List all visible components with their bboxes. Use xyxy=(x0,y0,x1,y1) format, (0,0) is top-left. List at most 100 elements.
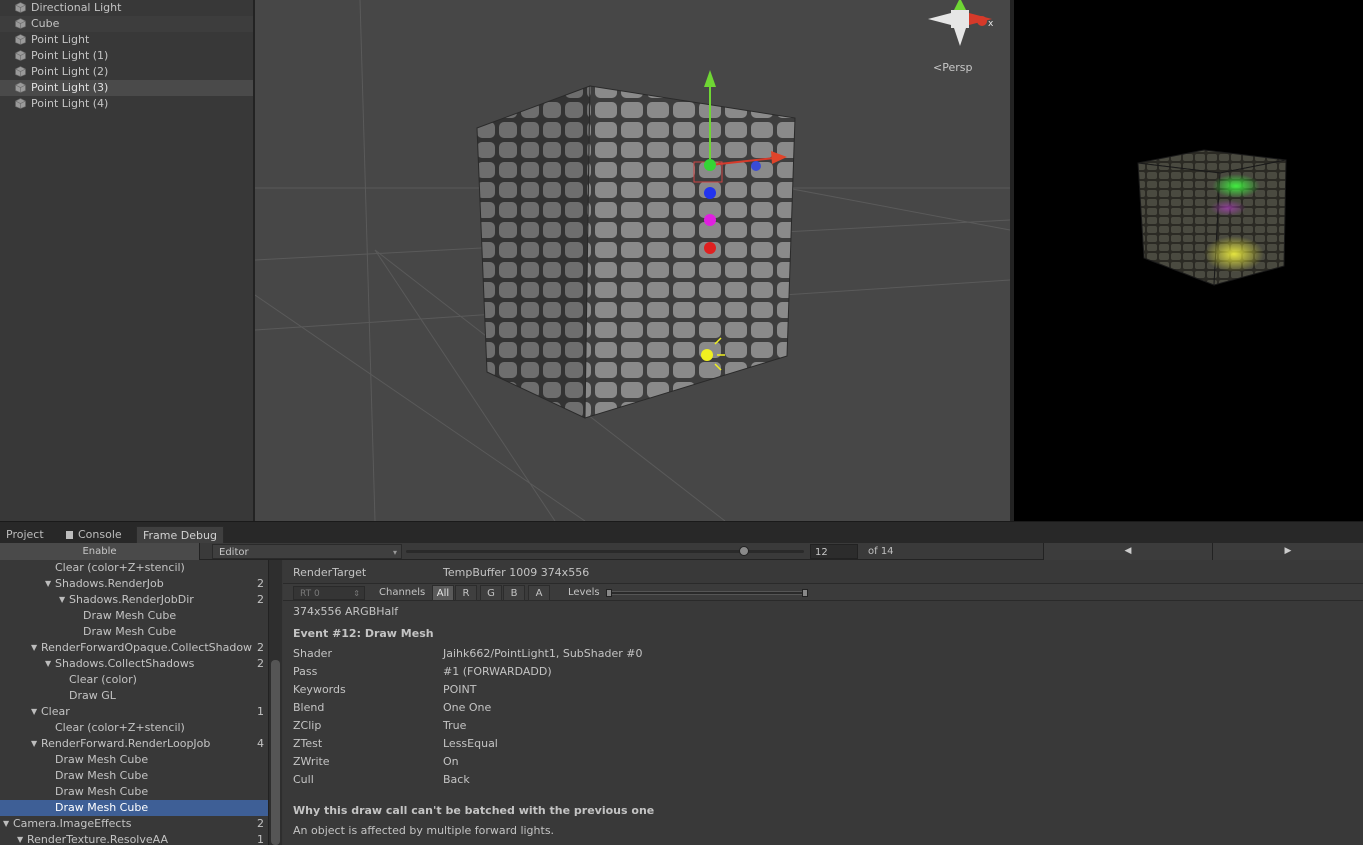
event-details-panel: RenderTarget TempBuffer 1009 374x556 RT … xyxy=(283,560,1363,845)
channel-b-button[interactable]: B xyxy=(503,585,525,601)
gameobject-icon xyxy=(15,18,26,29)
levels-label: Levels xyxy=(568,587,600,598)
gameobject-icon xyxy=(15,34,26,45)
event-tree-label: Camera.ImageEffects xyxy=(13,817,132,830)
tab-project[interactable]: Project xyxy=(0,526,50,544)
event-tree-row[interactable]: ▼ Shadows.RenderJob 2 xyxy=(0,576,268,592)
expanded-triangle-icon[interactable]: ▼ xyxy=(59,592,65,608)
event-tree-label: Clear (color+Z+stencil) xyxy=(55,721,185,734)
triangle-left-icon: ◀ xyxy=(1124,546,1132,556)
hierarchy-item-label: Cube xyxy=(31,17,60,30)
event-count: 2 xyxy=(257,641,264,654)
previous-event-button[interactable]: ◀ xyxy=(1043,543,1213,560)
event-tree-label: Draw Mesh Cube xyxy=(83,609,177,622)
event-tree-scrollbar[interactable] xyxy=(268,560,282,845)
expanded-triangle-icon[interactable]: ▼ xyxy=(31,736,37,752)
event-tree-row[interactable]: Draw GL xyxy=(0,688,268,704)
event-tree-label: Draw Mesh Cube xyxy=(83,625,177,638)
scene-canvas[interactable]: x xyxy=(255,0,1010,521)
scrollbar-thumb[interactable] xyxy=(271,660,280,845)
event-tree-row[interactable]: Draw Mesh Cube xyxy=(0,608,268,624)
event-tree-row[interactable]: ▼ RenderForward.RenderLoopJob 4 xyxy=(0,736,268,752)
event-slider-thumb[interactable] xyxy=(739,546,750,556)
event-tree-label: Clear (color) xyxy=(69,673,137,686)
event-tree-row[interactable]: Draw Mesh Cube xyxy=(0,624,268,640)
rt-select-value: RT 0 xyxy=(300,589,320,599)
render-target-format: 374x556 ARGBHalf xyxy=(293,605,399,618)
hierarchy-item-directional-light[interactable]: Directional Light xyxy=(0,0,253,16)
channel-all-button[interactable]: All xyxy=(432,585,454,601)
expanded-triangle-icon[interactable]: ▼ xyxy=(45,656,51,672)
hierarchy-item-point-light-4[interactable]: Point Light (4) xyxy=(0,96,253,112)
event-tree-label: Shadows.RenderJob xyxy=(55,577,164,590)
tab-label: Frame Debug xyxy=(143,529,217,542)
projection-toggle[interactable]: <Persp xyxy=(933,61,972,74)
hierarchy-item-label: Point Light xyxy=(31,33,90,46)
channel-r-button[interactable]: R xyxy=(455,585,477,601)
triangle-right-icon: ▶ xyxy=(1284,546,1292,556)
rt-select[interactable]: RT 0 ⇕ xyxy=(293,586,365,600)
event-tree-row[interactable]: ▼ Shadows.CollectShadows 2 xyxy=(0,656,268,672)
enable-button[interactable]: Enable xyxy=(0,543,200,560)
hierarchy-item-label: Point Light (2) xyxy=(31,65,109,78)
event-tree-row[interactable]: Draw Mesh Cube xyxy=(0,784,268,800)
levels-max-handle[interactable] xyxy=(802,589,808,597)
prop-value: On xyxy=(443,755,459,768)
hierarchy-item-point-light-2[interactable]: Point Light (2) xyxy=(0,64,253,80)
event-index-input[interactable]: 12 xyxy=(810,544,858,559)
orientation-gizmo[interactable]: x xyxy=(928,0,994,46)
hierarchy-item-cube[interactable]: Cube xyxy=(0,16,253,32)
event-tree-row[interactable]: ▼ RenderTexture.ResolveAA 1 xyxy=(0,832,268,845)
event-count: 2 xyxy=(257,817,264,830)
event-count: 1 xyxy=(257,705,264,718)
cube-object[interactable] xyxy=(476,85,796,419)
event-tree-row[interactable]: ▼ Camera.ImageEffects 2 xyxy=(0,816,268,832)
expanded-triangle-icon[interactable]: ▼ xyxy=(17,832,23,845)
gameobject-icon xyxy=(15,66,26,77)
expanded-triangle-icon[interactable]: ▼ xyxy=(31,704,37,720)
event-tree-label: RenderTexture.ResolveAA xyxy=(27,833,168,845)
gameobject-icon xyxy=(15,98,26,109)
event-tree-row[interactable]: ▼ Shadows.RenderJobDir 2 xyxy=(0,592,268,608)
tab-console[interactable]: Console xyxy=(60,526,128,544)
event-title: Event #12: Draw Mesh xyxy=(293,627,434,640)
tab-frame-debug[interactable]: Frame Debug xyxy=(136,526,224,544)
event-tree-row[interactable]: Draw Mesh Cube xyxy=(0,752,268,768)
event-tree-row[interactable]: ▼ RenderForwardOpaque.CollectShadows 2 xyxy=(0,640,268,656)
event-tree-label: Clear xyxy=(41,705,70,718)
channels-row: RT 0 ⇕ Channels All R G B A Levels xyxy=(283,583,1363,601)
svg-text:x: x xyxy=(988,19,994,29)
event-tree: Clear (color+Z+stencil) ▼ Shadows.RenderJo… xyxy=(0,560,268,845)
event-tree-row[interactable]: ▼ Clear 1 xyxy=(0,704,268,720)
prop-label: Shader xyxy=(293,647,332,660)
next-event-button[interactable]: ▶ xyxy=(1213,543,1363,560)
levels-min-handle[interactable] xyxy=(606,589,612,597)
prop-label: Cull xyxy=(293,773,314,786)
channel-a-button[interactable]: A xyxy=(528,585,550,601)
target-select[interactable]: Editor ▾ xyxy=(212,544,402,559)
tab-label: Console xyxy=(78,528,122,541)
event-tree-row[interactable]: Clear (color+Z+stencil) xyxy=(0,560,268,576)
event-total-label: of 14 xyxy=(868,546,894,557)
channel-g-button[interactable]: G xyxy=(480,585,502,601)
expanded-triangle-icon[interactable]: ▼ xyxy=(31,640,37,656)
event-tree-row[interactable]: Draw Mesh Cube xyxy=(0,768,268,784)
prop-label: ZClip xyxy=(293,719,322,732)
event-tree-row[interactable]: Clear (color) xyxy=(0,672,268,688)
batch-reason: An object is affected by multiple forwar… xyxy=(293,824,555,837)
event-tree-label: Clear (color+Z+stencil) xyxy=(55,561,185,574)
levels-slider[interactable] xyxy=(606,589,808,597)
hierarchy-item-point-light[interactable]: Point Light xyxy=(0,32,253,48)
target-select-value: Editor xyxy=(219,547,249,558)
prop-value: Jaihk662/PointLight1, SubShader #0 xyxy=(443,647,643,660)
scene-view[interactable]: x <Persp xyxy=(255,0,1010,521)
game-view xyxy=(1014,0,1363,521)
event-count: 2 xyxy=(257,593,264,606)
event-tree-row[interactable]: Draw Mesh Cube xyxy=(0,800,268,816)
hierarchy-item-point-light-3[interactable]: Point Light (3) xyxy=(0,80,253,96)
hierarchy-item-point-light-1[interactable]: Point Light (1) xyxy=(0,48,253,64)
event-tree-row[interactable]: Clear (color+Z+stencil) xyxy=(0,720,268,736)
expanded-triangle-icon[interactable]: ▼ xyxy=(45,576,51,592)
expanded-triangle-icon[interactable]: ▼ xyxy=(3,816,9,832)
hierarchy-panel: Directional Light Cube Point Light Point… xyxy=(0,0,255,521)
